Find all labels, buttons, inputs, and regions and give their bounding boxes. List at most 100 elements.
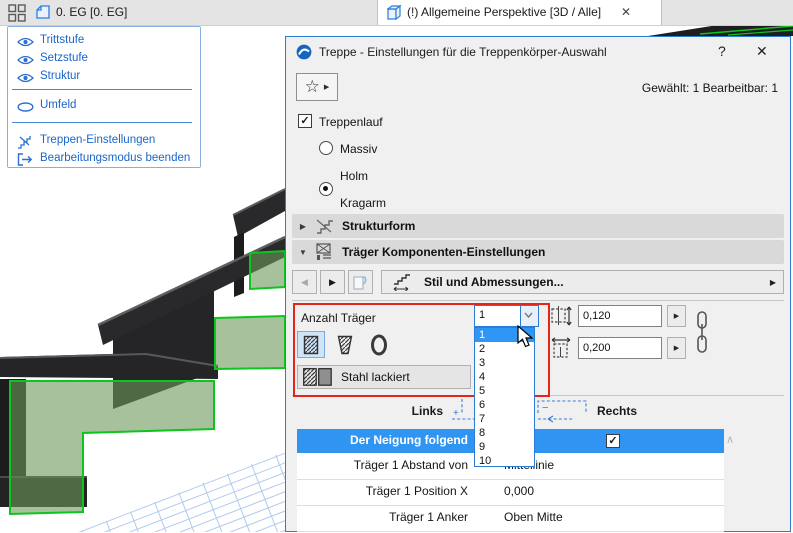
favorites-menu-arrow-icon: ▶ [324, 83, 329, 91]
dropdown-option[interactable]: 10 [475, 454, 534, 468]
palette-separator [12, 89, 192, 90]
transfer-doc-icon [352, 274, 369, 291]
beam-shape-round-button[interactable] [365, 331, 393, 358]
dropdown-option[interactable]: 6 [475, 398, 534, 412]
tab-3d-perspective[interactable]: (!) Allgemeine Perspektive [3D / Alle] ✕ [377, 0, 662, 25]
help-button[interactable]: ? [718, 43, 726, 59]
rect-hatch-icon [303, 335, 319, 355]
offset-minus-diagram-icon: − [534, 397, 590, 427]
eye-icon [17, 54, 34, 66]
star-icon: ☆ [305, 77, 320, 97]
dropdown-option[interactable]: 4 [475, 370, 534, 384]
eye-closed-icon [17, 102, 34, 112]
favorites-button[interactable]: ☆ ▶ [296, 73, 338, 101]
row-value[interactable]: 0,000 [504, 484, 534, 498]
palette-item-bearbeitungsmodus-beenden[interactable]: Bearbeitungsmodus beenden [8, 151, 200, 168]
dropdown-option[interactable]: 7 [475, 412, 534, 426]
stair-settings-dialog: Treppe - Einstellungen für die Treppenkö… [285, 36, 791, 532]
material-label: Stahl lackiert [341, 370, 410, 384]
row-label: Träger 1 Position X [297, 484, 468, 498]
stil-button-label: Stil und Abmessungen... [424, 275, 564, 289]
tab-bar: 0. EG [0. EG] (!) Allgemeine Perspektive… [0, 0, 793, 26]
check-icon: ✓ [300, 115, 309, 127]
dropdown-option[interactable]: 8 [475, 426, 534, 440]
link-chain-icon[interactable] [694, 309, 710, 357]
beam-shape-trapezoid-button[interactable] [331, 331, 359, 358]
transfer-settings-button[interactable] [348, 270, 373, 294]
beam-height-input[interactable] [578, 305, 662, 327]
radio-holm-label: Holm [340, 169, 368, 183]
material-button[interactable]: Stahl lackiert [297, 365, 471, 389]
table-row-anker[interactable]: Träger 1 Anker Oben Mitte [297, 505, 724, 532]
beam-width-spin-button[interactable]: ▶ [667, 337, 686, 359]
palette-item-setzstufe[interactable]: Setzstufe [8, 51, 200, 68]
table-row-position-x[interactable]: Träger 1 Position X 0,000 [297, 479, 724, 506]
dropdown-option[interactable]: 3 [475, 356, 534, 370]
treppenlauf-checkbox[interactable]: ✓ [298, 114, 312, 128]
palette-item-label: Setzstufe [40, 52, 88, 64]
material-swatch-icon [303, 368, 333, 386]
tab-close-icon[interactable]: ✕ [621, 0, 631, 25]
table-header-rechts: Rechts [597, 404, 637, 418]
section-traeger-label: Träger Komponenten-Einstellungen [342, 245, 545, 259]
stil-und-abmessungen-button[interactable]: Stil und Abmessungen... ▶ [381, 270, 784, 294]
row-value[interactable]: Oben Mitte [504, 510, 563, 524]
beam-shape-rect-button[interactable] [297, 331, 325, 358]
app-root: { "tabbar": { "tab_floorplan": "0. EG [0… [0, 0, 793, 532]
tab-3d-label: (!) Allgemeine Perspektive [3D / Alle] [407, 0, 601, 25]
stair-settings-icon [17, 135, 33, 149]
row-label: Träger 1 Anker [297, 510, 468, 524]
strukturform-icon [314, 217, 334, 235]
separator-line [292, 300, 784, 301]
dropdown-option[interactable]: 5 [475, 384, 534, 398]
ellipse-outline-icon [370, 334, 388, 356]
radio-massiv[interactable] [319, 141, 333, 155]
next-icon: ▶ [329, 277, 336, 288]
palette-item-umfeld[interactable]: Umfeld [8, 98, 200, 115]
selection-status: Gewählt: 1 Bearbeitbar: 1 [642, 81, 778, 95]
stair-dimensions-icon [392, 273, 414, 291]
prev-component-button[interactable]: ◀ [292, 270, 317, 294]
palette-item-struktur[interactable]: Struktur [8, 69, 200, 86]
dropdown-chevron-button[interactable] [520, 306, 538, 326]
palette-item-label: Trittstufe [40, 34, 84, 46]
svg-text:+: + [453, 408, 459, 419]
palette-item-label: Bearbeitungsmodus beenden [40, 152, 190, 164]
palette-item-trittstufe[interactable]: Trittstufe [8, 33, 200, 50]
section-strukturform[interactable]: ▶ Strukturform [292, 214, 784, 238]
palette-separator [12, 122, 192, 123]
dialog-title: Treppe - Einstellungen für die Treppenkö… [319, 45, 607, 59]
radio-kragarm-label: Kragarm [340, 196, 386, 210]
separator-line [292, 395, 784, 396]
beam-height-icon [550, 305, 574, 327]
row-label: Der Neigung folgend [297, 433, 468, 447]
exit-icon [17, 153, 33, 166]
radio-holm[interactable] [319, 182, 333, 196]
tab-overview-icon[interactable] [8, 4, 26, 22]
traeger-komponenten-icon [314, 243, 334, 261]
dropdown-selected-value: 1 [479, 309, 485, 321]
section-traeger[interactable]: ▼ Träger Komponenten-Einstellungen [292, 240, 784, 264]
palette-item-label: Treppen-Einstellungen [40, 134, 155, 146]
anzahl-traeger-dropdown[interactable]: 1 [474, 305, 539, 327]
stair-edit-palette: Trittstufe Setzstufe Struktur Umfeld Tre… [7, 26, 201, 168]
palette-item-label: Umfeld [40, 99, 76, 111]
eye-icon [17, 36, 34, 48]
row-label: Träger 1 Abstand von [297, 458, 468, 472]
next-component-button[interactable]: ▶ [320, 270, 345, 294]
3d-view-icon [387, 5, 402, 20]
beam-height-spin-button[interactable]: ▶ [667, 305, 686, 327]
neigung-checkbox[interactable]: ✓ [606, 434, 620, 448]
beam-width-input[interactable] [578, 337, 662, 359]
expanded-arrow-icon: ▼ [292, 248, 314, 257]
beam-width-icon [550, 337, 574, 359]
table-header-links: Links [366, 404, 443, 418]
palette-item-label: Struktur [40, 70, 80, 82]
dialog-close-icon[interactable]: ✕ [756, 43, 768, 60]
dropdown-option[interactable]: 9 [475, 440, 534, 454]
chevron-down-icon [521, 306, 536, 324]
scroll-up-icon[interactable]: ∧ [726, 433, 734, 446]
stil-button-arrow-icon: ▶ [770, 278, 776, 287]
palette-item-treppen-einstellungen[interactable]: Treppen-Einstellungen [8, 133, 200, 150]
collapsed-arrow-icon: ▶ [292, 222, 314, 231]
